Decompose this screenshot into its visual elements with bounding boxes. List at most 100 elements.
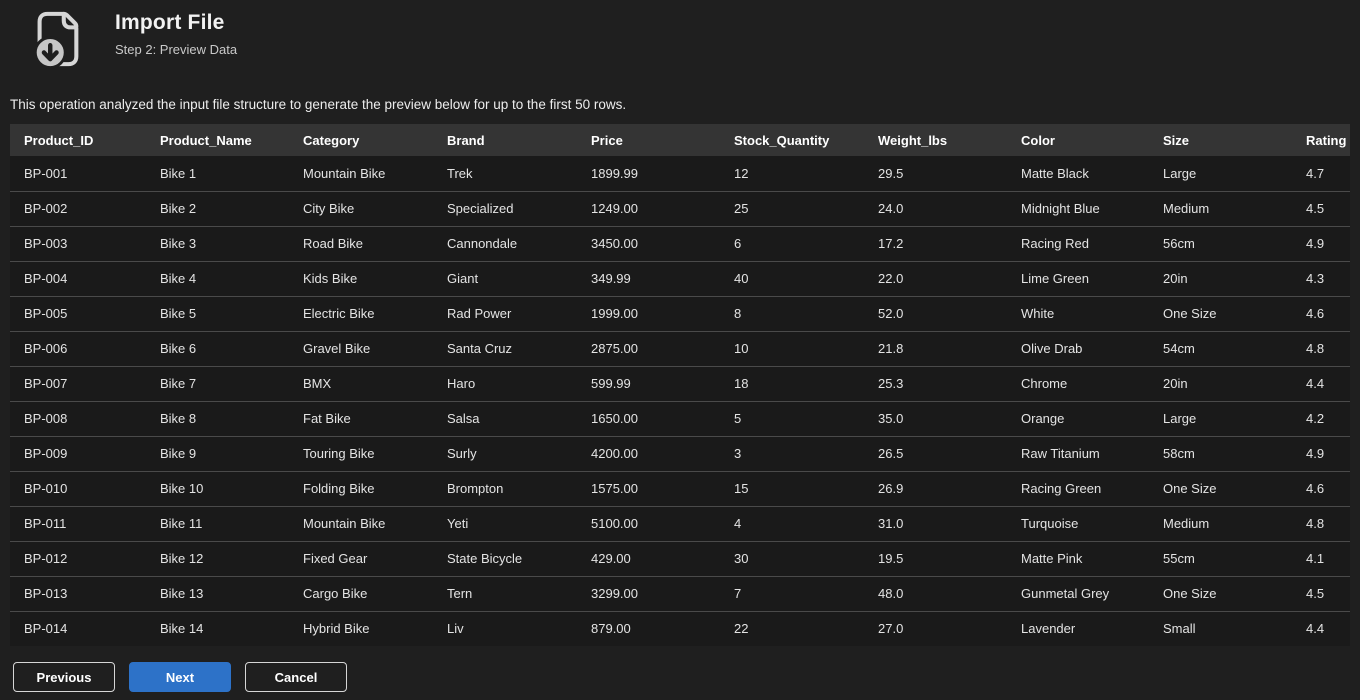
table-cell: Gunmetal Grey <box>1007 575 1149 611</box>
previous-button[interactable]: Previous <box>13 662 115 692</box>
table-cell: 2875.00 <box>577 330 720 366</box>
table-cell: BP-010 <box>10 470 146 506</box>
table-row: BP-008 Bike 8 Fat Bike Salsa 1650.00 5 35.0 Ora… <box>10 400 1350 436</box>
preview-description: This operation analyzed the input file s… <box>10 97 627 112</box>
table-row: BP-004 Bike 4 Kids Bike Giant 349.99 40 22.0 Li… <box>10 260 1350 296</box>
table-cell: Salsa <box>433 400 577 436</box>
table-cell: Small <box>1149 610 1292 646</box>
table-cell: Racing Green <box>1007 470 1149 506</box>
table-cell: 4.3 <box>1292 260 1350 296</box>
table-cell: 4.5 <box>1292 575 1350 611</box>
table-cell: One Size <box>1149 295 1292 331</box>
table-cell: 18 <box>720 365 864 401</box>
table-cell: 8 <box>720 295 864 331</box>
table-cell: Road Bike <box>289 225 433 261</box>
table-cell: Folding Bike <box>289 470 433 506</box>
cancel-button[interactable]: Cancel <box>245 662 347 692</box>
table-cell: White <box>1007 295 1149 331</box>
column-header: Rating <box>1292 124 1350 156</box>
table-cell: 1999.00 <box>577 295 720 331</box>
table-cell: 1575.00 <box>577 470 720 506</box>
table-cell: Specialized <box>433 190 577 226</box>
table-cell: One Size <box>1149 575 1292 611</box>
table-cell: City Bike <box>289 190 433 226</box>
table-cell: Fixed Gear <box>289 540 433 576</box>
table-row: BP-001 Bike 1 Mountain Bike Trek 1899.99 12 29… <box>10 156 1350 191</box>
table-cell: 1249.00 <box>577 190 720 226</box>
table-row: BP-014 Bike 14 Hybrid Bike Liv 879.00 22 27.0 L… <box>10 610 1350 646</box>
table-cell: 4.5 <box>1292 190 1350 226</box>
table-cell: Racing Red <box>1007 225 1149 261</box>
table-cell: 17.2 <box>864 225 1007 261</box>
table-cell: BP-007 <box>10 365 146 401</box>
table-row: BP-003 Bike 3 Road Bike Cannondale 3450.00 6 1… <box>10 225 1350 261</box>
table-cell: Bike 2 <box>146 190 289 226</box>
table-cell: 5100.00 <box>577 505 720 541</box>
table-cell: Turquoise <box>1007 505 1149 541</box>
table-cell: BP-003 <box>10 225 146 261</box>
table-cell: 4.6 <box>1292 295 1350 331</box>
table-cell: 6 <box>720 225 864 261</box>
table-cell: 22.0 <box>864 260 1007 296</box>
table-cell: 29.5 <box>864 156 1007 191</box>
table-cell: 31.0 <box>864 505 1007 541</box>
table-cell: Bike 14 <box>146 610 289 646</box>
table-cell: Lime Green <box>1007 260 1149 296</box>
table-cell: BP-001 <box>10 156 146 191</box>
table-row: BP-009 Bike 9 Touring Bike Surly 4200.00 3 26.… <box>10 435 1350 471</box>
table-cell: BP-009 <box>10 435 146 471</box>
table-cell: 4.4 <box>1292 365 1350 401</box>
table-cell: Bike 9 <box>146 435 289 471</box>
column-header: Product_ID <box>10 124 146 156</box>
table-cell: 4200.00 <box>577 435 720 471</box>
table-cell: Touring Bike <box>289 435 433 471</box>
table-row: BP-011 Bike 11 Mountain Bike Yeti 5100.00 4 31… <box>10 505 1350 541</box>
table-cell: Lavender <box>1007 610 1149 646</box>
table-cell: 26.9 <box>864 470 1007 506</box>
table-row: BP-006 Bike 6 Gravel Bike Santa Cruz 2875.00… <box>10 330 1350 366</box>
table-cell: 58cm <box>1149 435 1292 471</box>
table-cell: 4.9 <box>1292 225 1350 261</box>
table-cell: Hybrid Bike <box>289 610 433 646</box>
table-cell: 25.3 <box>864 365 1007 401</box>
table-cell: 55cm <box>1149 540 1292 576</box>
table-cell: 35.0 <box>864 400 1007 436</box>
table-cell: 3299.00 <box>577 575 720 611</box>
table-cell: Large <box>1149 156 1292 191</box>
next-button[interactable]: Next <box>129 662 231 692</box>
table-cell: Bike 10 <box>146 470 289 506</box>
table-header-row: Product_ID Product_Name Category Brand Price… <box>10 124 1350 156</box>
table-cell: Cargo Bike <box>289 575 433 611</box>
dialog-header: Import File Step 2: Preview Data <box>0 0 1360 70</box>
table-cell: 19.5 <box>864 540 1007 576</box>
table-cell: Electric Bike <box>289 295 433 331</box>
table-cell: 4 <box>720 505 864 541</box>
import-file-dialog: Import File Step 2: Preview Data This op… <box>0 0 1360 700</box>
table-cell: 54cm <box>1149 330 1292 366</box>
wizard-button-bar: Previous Next Cancel <box>13 662 1360 692</box>
table-cell: Mountain Bike <box>289 156 433 191</box>
table-row: BP-007 Bike 7 BMX Haro 599.99 18 25.3 Chrome 20i… <box>10 365 1350 401</box>
table-cell: 7 <box>720 575 864 611</box>
table-cell: 48.0 <box>864 575 1007 611</box>
title-block: Import File Step 2: Preview Data <box>115 8 237 57</box>
table-cell: 12 <box>720 156 864 191</box>
table-cell: Fat Bike <box>289 400 433 436</box>
table-cell: Bike 1 <box>146 156 289 191</box>
table-cell: Bike 8 <box>146 400 289 436</box>
table-cell: 1899.99 <box>577 156 720 191</box>
column-header: Weight_lbs <box>864 124 1007 156</box>
table-cell: Matte Pink <box>1007 540 1149 576</box>
table-cell: 879.00 <box>577 610 720 646</box>
table-cell: 4.2 <box>1292 400 1350 436</box>
table-cell: 4.4 <box>1292 610 1350 646</box>
table-cell: Bike 3 <box>146 225 289 261</box>
table-cell: 20in <box>1149 260 1292 296</box>
table-cell: 429.00 <box>577 540 720 576</box>
table-cell: BP-013 <box>10 575 146 611</box>
table-cell: 20in <box>1149 365 1292 401</box>
table-cell: BP-005 <box>10 295 146 331</box>
table-cell: 21.8 <box>864 330 1007 366</box>
table-row: BP-012 Bike 12 Fixed Gear State Bicycle 429.… <box>10 540 1350 576</box>
table-cell: 26.5 <box>864 435 1007 471</box>
